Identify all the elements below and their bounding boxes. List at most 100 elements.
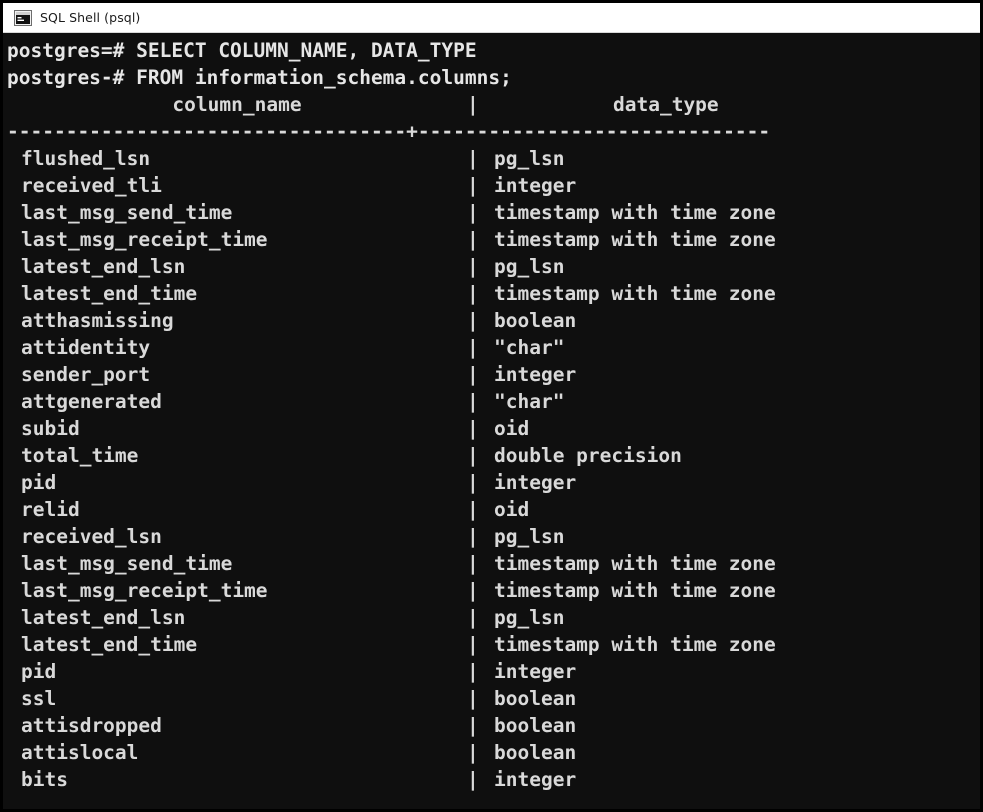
cell-column-name: relid bbox=[21, 498, 80, 521]
cell-data-type: "char" bbox=[494, 336, 565, 359]
header-data-type: data_type bbox=[613, 93, 719, 116]
cell-data-type: pg_lsn bbox=[494, 147, 565, 170]
cell-data-type: timestamp with time zone bbox=[494, 228, 776, 251]
window-titlebar[interactable]: SQL Shell (psql) bbox=[3, 3, 980, 33]
cell-column-name: last_msg_send_time bbox=[21, 552, 233, 575]
table-row: flushed_lsn | pg_lsn bbox=[7, 145, 980, 172]
header-column-name: column_name bbox=[172, 93, 302, 116]
table-header-row: column_name | data_type bbox=[7, 91, 980, 118]
table-row: pid | integer bbox=[7, 469, 980, 496]
table-row: last_msg_receipt_time | timestamp with tim… bbox=[7, 226, 980, 253]
cell-divider: | bbox=[467, 633, 479, 656]
table-row: bits | integer bbox=[7, 766, 980, 793]
cell-column-name: subid bbox=[21, 417, 80, 440]
table-row: latest_end_lsn | pg_lsn bbox=[7, 253, 980, 280]
table-row: latest_end_time | timestamp with time zone bbox=[7, 280, 980, 307]
cell-data-type: timestamp with time zone bbox=[494, 282, 776, 305]
cell-divider: | bbox=[467, 552, 479, 575]
cell-data-type: double precision bbox=[494, 444, 682, 467]
cell-column-name: received_lsn bbox=[21, 525, 162, 548]
table-row: atthasmissing | boolean bbox=[7, 307, 980, 334]
cell-data-type: timestamp with time zone bbox=[494, 633, 776, 656]
psql-terminal-window: SQL Shell (psql) postgres=# SELECT COLUM… bbox=[0, 0, 983, 812]
cell-data-type: integer bbox=[494, 768, 577, 791]
cell-divider: | bbox=[467, 714, 479, 737]
cell-divider: | bbox=[467, 687, 479, 710]
cell-data-type: boolean bbox=[494, 741, 577, 764]
cell-divider: | bbox=[467, 201, 479, 224]
cell-divider: | bbox=[467, 741, 479, 764]
cell-data-type: boolean bbox=[494, 714, 577, 737]
cell-column-name: ssl bbox=[21, 687, 57, 710]
cell-column-name: sender_port bbox=[21, 363, 151, 386]
cell-column-name: atthasmissing bbox=[21, 309, 174, 332]
cell-column-name: latest_end_time bbox=[21, 633, 198, 656]
cell-data-type: pg_lsn bbox=[494, 525, 565, 548]
command-line-2: postgres-# FROM information_schema.colum… bbox=[7, 66, 512, 89]
cell-data-type: integer bbox=[494, 471, 577, 494]
cell-divider: | bbox=[467, 768, 479, 791]
cell-column-name: attisdropped bbox=[21, 714, 162, 737]
table-row: ssl | boolean bbox=[7, 685, 980, 712]
cell-divider: | bbox=[467, 498, 479, 521]
cell-column-name: bits bbox=[21, 768, 68, 791]
cell-divider: | bbox=[467, 579, 479, 602]
cell-divider: | bbox=[467, 606, 479, 629]
cell-column-name: latest_end_time bbox=[21, 282, 198, 305]
cell-column-name: latest_end_lsn bbox=[21, 606, 186, 629]
table-row: latest_end_time | timestamp with time zone bbox=[7, 631, 980, 658]
cell-data-type: boolean bbox=[494, 309, 577, 332]
cell-column-name: pid bbox=[21, 471, 57, 494]
window-title: SQL Shell (psql) bbox=[40, 10, 141, 25]
cell-data-type: boolean bbox=[494, 687, 577, 710]
cell-column-name: last_msg_send_time bbox=[21, 201, 233, 224]
cell-divider: | bbox=[467, 471, 479, 494]
cell-data-type: oid bbox=[494, 498, 530, 521]
cell-column-name: last_msg_receipt_time bbox=[21, 228, 268, 251]
cell-column-name: received_tli bbox=[21, 174, 162, 197]
cell-data-type: integer bbox=[494, 363, 577, 386]
cell-divider: | bbox=[467, 390, 479, 413]
cell-data-type: pg_lsn bbox=[494, 255, 565, 278]
table-row: pid | integer bbox=[7, 658, 980, 685]
table-row: received_lsn | pg_lsn bbox=[7, 523, 980, 550]
cell-data-type: timestamp with time zone bbox=[494, 552, 776, 575]
cell-divider: | bbox=[467, 309, 479, 332]
cell-data-type: timestamp with time zone bbox=[494, 579, 776, 602]
cell-data-type: integer bbox=[494, 174, 577, 197]
cell-divider: | bbox=[467, 255, 479, 278]
cell-divider: | bbox=[467, 147, 479, 170]
cell-divider: | bbox=[467, 525, 479, 548]
cell-column-name: pid bbox=[21, 660, 57, 683]
cell-column-name: attidentity bbox=[21, 336, 151, 359]
cell-column-name: last_msg_receipt_time bbox=[21, 579, 268, 602]
terminal-output-area[interactable]: postgres=# SELECT COLUMN_NAME, DATA_TYPE… bbox=[3, 33, 980, 809]
table-row: total_time | double precision bbox=[7, 442, 980, 469]
table-row: latest_end_lsn | pg_lsn bbox=[7, 604, 980, 631]
console-window-icon bbox=[14, 9, 32, 26]
cell-divider: | bbox=[467, 417, 479, 440]
cell-divider: | bbox=[467, 336, 479, 359]
table-body: flushed_lsn | pg_lsn received_tli | integer la… bbox=[7, 145, 980, 793]
cell-column-name: latest_end_lsn bbox=[21, 255, 186, 278]
table-row: relid | oid bbox=[7, 496, 980, 523]
cell-data-type: oid bbox=[494, 417, 530, 440]
cell-divider: | bbox=[467, 660, 479, 683]
table-row: attisdropped | boolean bbox=[7, 712, 980, 739]
cell-data-type: timestamp with time zone bbox=[494, 201, 776, 224]
cell-divider: | bbox=[467, 444, 479, 467]
table-row: attislocal | boolean bbox=[7, 739, 980, 766]
table-separator-rule: ----------------------------------+-----… bbox=[7, 120, 771, 143]
cell-divider: | bbox=[467, 363, 479, 386]
cell-divider: | bbox=[467, 282, 479, 305]
cell-column-name: attislocal bbox=[21, 741, 139, 764]
header-divider: | bbox=[467, 93, 479, 116]
cell-data-type: "char" bbox=[494, 390, 565, 413]
cell-data-type: pg_lsn bbox=[494, 606, 565, 629]
cell-data-type: integer bbox=[494, 660, 577, 683]
table-row: last_msg_receipt_time | timestamp with tim… bbox=[7, 577, 980, 604]
table-row: received_tli | integer bbox=[7, 172, 980, 199]
cell-divider: | bbox=[467, 174, 479, 197]
table-row: attidentity | "char" bbox=[7, 334, 980, 361]
table-row: subid | oid bbox=[7, 415, 980, 442]
